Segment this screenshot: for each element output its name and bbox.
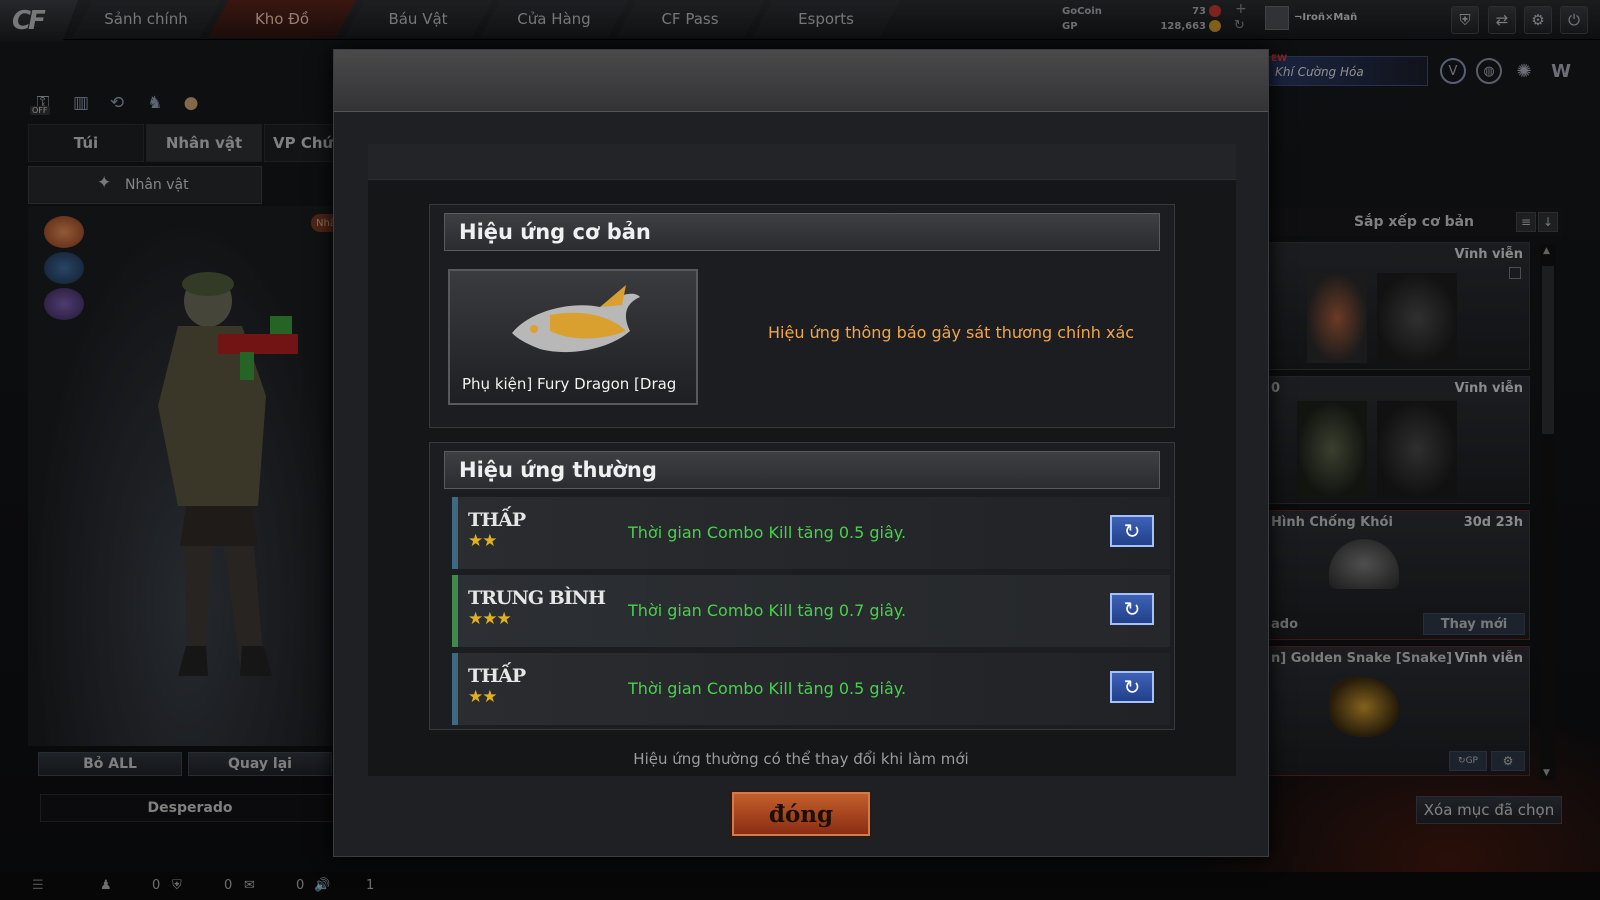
item-card[interactable]: Phụ kiện] Fury Dragon [Drag <box>448 269 698 405</box>
tier-label: THẤP <box>468 665 526 687</box>
refresh-effect-button[interactable]: ↻ <box>1110 593 1154 625</box>
refresh-effect-button[interactable]: ↻ <box>1110 515 1154 547</box>
dialog-body-header <box>368 144 1236 180</box>
refresh-icon: ↻ <box>1123 675 1141 699</box>
basic-effect-section: Hiệu ứng cơ bản Phụ kiện] Fury Dragon [D… <box>429 204 1175 428</box>
tier-label: THẤP <box>468 509 526 531</box>
tier-stars: ★★★ <box>468 609 512 629</box>
basic-effect-title: Hiệu ứng cơ bản <box>444 213 1160 251</box>
close-button[interactable]: đóng <box>732 792 870 836</box>
refresh-effect-button[interactable]: ↻ <box>1110 671 1154 703</box>
effect-text: Thời gian Combo Kill tăng 0.7 giây. <box>628 601 907 620</box>
game-screen: CF Sảnh chính Kho Đồ Báu Vật Cửa Hàng CF… <box>0 0 1600 900</box>
fury-dragon-image <box>512 285 640 353</box>
refresh-note: Hiệu ứng thường có thể thay đổi khi làm … <box>633 750 969 768</box>
basic-effect-text: Hiệu ứng thông báo gây sát thương chính … <box>768 323 1135 342</box>
effect-row: THẤP ★★ Thời gian Combo Kill tăng 0.5 gi… <box>452 653 1170 725</box>
effect-text: Thời gian Combo Kill tăng 0.5 giây. <box>628 523 907 542</box>
normal-effect-title: Hiệu ứng thường <box>444 451 1160 489</box>
effect-info-dialog: Hiệu ứng cơ bản Phụ kiện] Fury Dragon [D… <box>333 49 1269 857</box>
effect-row: TRUNG BÌNH ★★★ Thời gian Combo Kill tăng… <box>452 575 1170 647</box>
item-name: Phụ kiện] Fury Dragon [Drag <box>462 375 677 393</box>
refresh-icon: ↻ <box>1123 597 1141 621</box>
refresh-icon: ↻ <box>1123 519 1141 543</box>
effect-text: Thời gian Combo Kill tăng 0.5 giây. <box>628 679 907 698</box>
dialog-header <box>334 50 1268 112</box>
normal-effect-section: Hiệu ứng thường THẤP ★★ Thời gian Combo … <box>429 442 1175 730</box>
tier-label: TRUNG BÌNH <box>468 587 606 609</box>
tier-stars: ★★ <box>468 687 498 707</box>
tier-stars: ★★ <box>468 531 498 551</box>
effect-row: THẤP ★★ Thời gian Combo Kill tăng 0.5 gi… <box>452 497 1170 569</box>
